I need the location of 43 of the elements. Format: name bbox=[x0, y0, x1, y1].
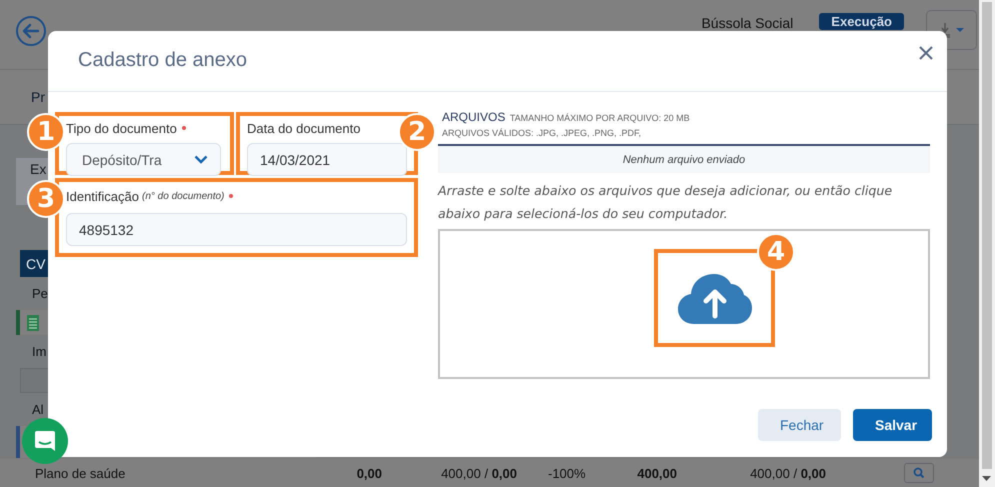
panel-title: Ex bbox=[30, 161, 46, 177]
cloud-upload-icon[interactable] bbox=[678, 272, 752, 324]
max-size-note: TAMANHO MÁXIMO POR ARQUIVO: 20 MB bbox=[510, 113, 690, 123]
tab[interactable]: Pr bbox=[31, 89, 45, 105]
field-label: Data do documento bbox=[247, 120, 360, 136]
save-button[interactable]: Salvar bbox=[853, 409, 932, 441]
column-title: CV bbox=[26, 256, 46, 272]
required-icon bbox=[182, 126, 186, 130]
required-icon bbox=[229, 194, 234, 198]
step-marker: 3 bbox=[27, 180, 65, 218]
scrollbar[interactable] bbox=[979, 0, 995, 487]
chat-icon bbox=[34, 430, 56, 452]
table-cell-text: 0,00 bbox=[356, 466, 382, 480]
row-label: Pe bbox=[32, 286, 48, 301]
row-label: Plano de saúde bbox=[35, 466, 126, 480]
organization-name: Bússola Social bbox=[701, 14, 794, 30]
section-title: ARQUIVOS bbox=[442, 110, 506, 124]
row-label: Al bbox=[32, 402, 44, 417]
empty-message: Nenhum arquivo enviado bbox=[622, 154, 746, 166]
status-badge: Execução bbox=[819, 13, 904, 30]
close-button[interactable]: Fechar bbox=[758, 409, 841, 441]
step-marker: 1 bbox=[27, 113, 65, 151]
field-hint: (n° do documento) bbox=[142, 190, 224, 202]
scroll-down-icon[interactable] bbox=[982, 476, 991, 482]
table-cell-text: 400,00 / 0,00 bbox=[749, 466, 826, 480]
modal-title: Cadastro de anexo bbox=[78, 48, 248, 72]
table-cell-text: 400,00 / 0,00 bbox=[440, 466, 517, 480]
input-field[interactable]: 14/03/2021 bbox=[247, 143, 407, 176]
table-cell-text: 400,00 bbox=[636, 466, 677, 480]
row-label: Im bbox=[32, 344, 46, 359]
step-marker: 4 bbox=[757, 233, 795, 271]
field-label: Identificação bbox=[66, 188, 139, 204]
step-marker: 2 bbox=[398, 113, 436, 151]
search-icon bbox=[913, 467, 925, 479]
document-type-select[interactable]: Depósito/Tra bbox=[66, 143, 221, 176]
table-cell-text: -100% bbox=[547, 466, 587, 480]
chevron-down-icon bbox=[194, 155, 208, 164]
receipt-icon bbox=[26, 314, 40, 332]
close-icon[interactable] bbox=[919, 46, 933, 60]
field-label: Tipo do documento bbox=[66, 120, 177, 136]
instructions: Arraste e solte abaixo os arquivos que deseja adicionar, ou então clique abaixo para selecioná-los do seu computador. bbox=[438, 182, 894, 223]
input-field[interactable]: 4895132 bbox=[66, 213, 407, 246]
valid-types-note: ARQUIVOS VÁLIDOS: .JPG, .JPEG, .PNG, .PDF, bbox=[442, 127, 642, 140]
